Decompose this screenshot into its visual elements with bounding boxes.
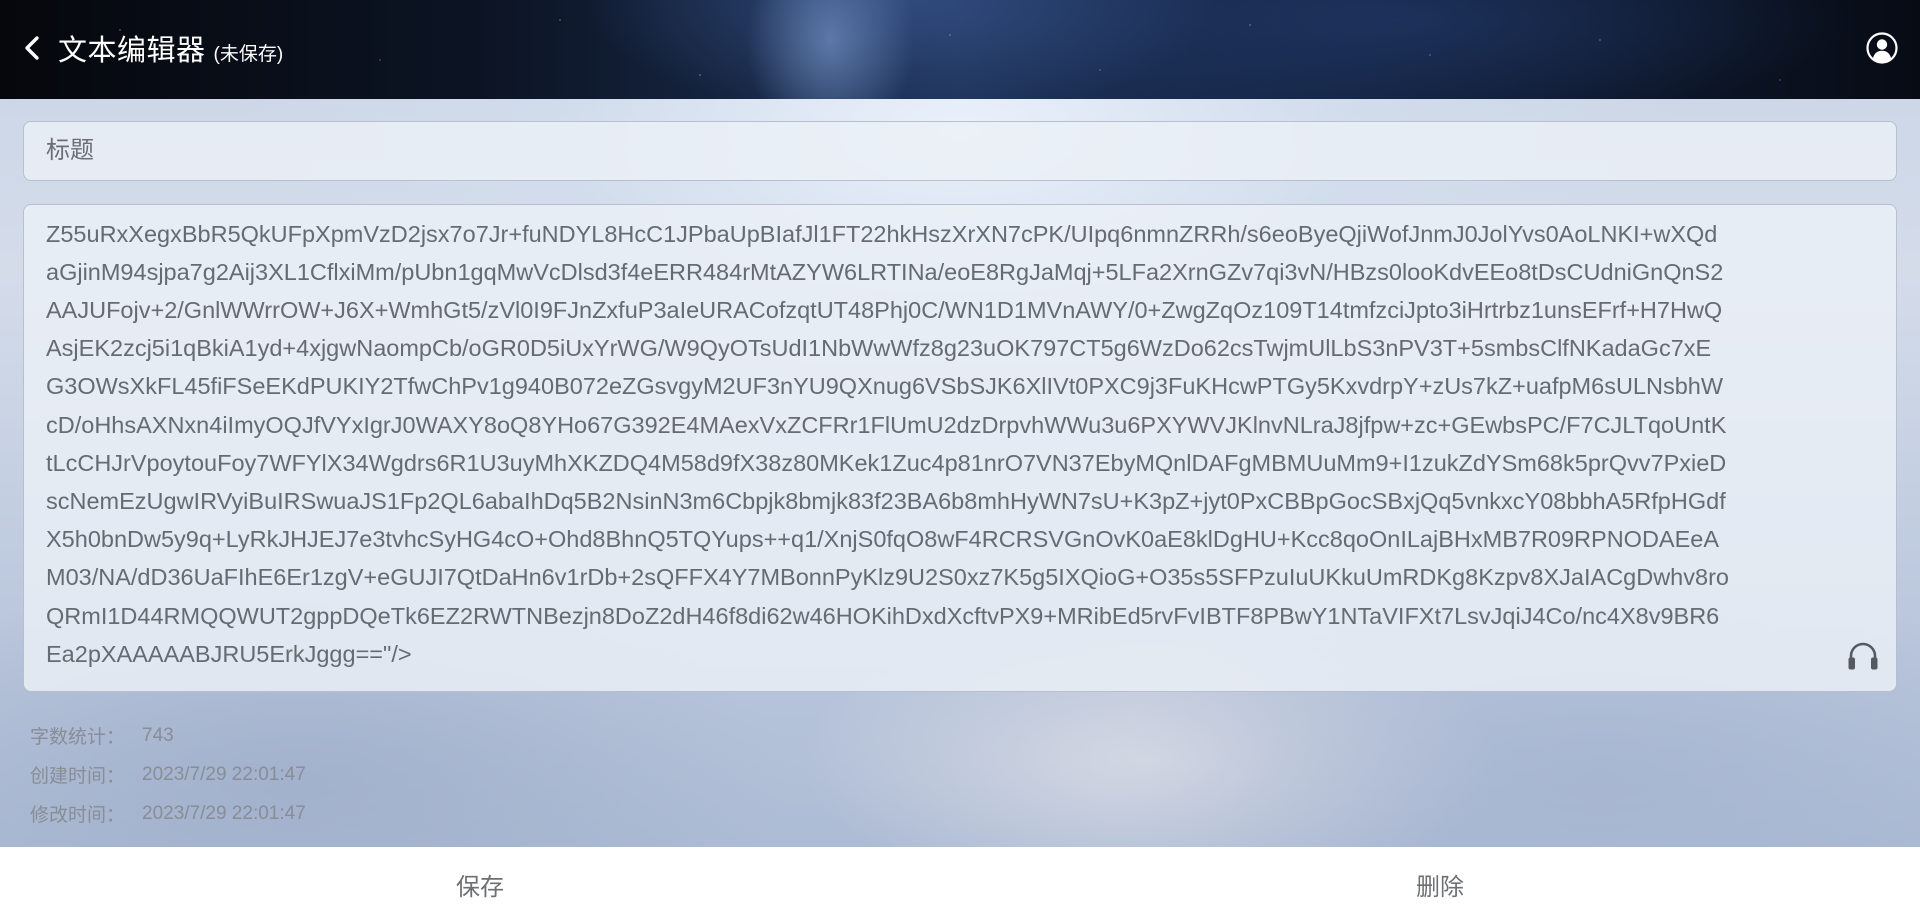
chevron-left-icon bbox=[25, 36, 39, 60]
header-starfield-background bbox=[0, 0, 1920, 99]
content-line: AAJUFojv+2/GnlWWrrOW+J6X+WmhGt5/zVl0I9FJ… bbox=[46, 296, 1723, 323]
title-input[interactable] bbox=[23, 121, 1897, 181]
headphones-icon bbox=[1848, 642, 1878, 670]
page-title: 文本编辑器 bbox=[58, 35, 206, 67]
word-count-label: 字数统计： bbox=[30, 727, 126, 748]
content-text[interactable]: Z55uRxXegxBbR5QkUFpXpmVzD2jsx7o7Jr+fuNDY… bbox=[46, 215, 1874, 673]
created-time-value: 2023/7/29 22:01:47 bbox=[142, 763, 306, 785]
header-title-group: 文本编辑器 (未保存) bbox=[58, 27, 283, 69]
content-line: M03/NA/dD36UaFIhE6Er1zgV+eGUJI7QtDaHn6v1… bbox=[46, 564, 1729, 591]
content-line: QRmI1D44RMQQWUT2gppDQeTk6EZ2RWTNBezjn8Do… bbox=[46, 602, 1720, 629]
back-button[interactable] bbox=[22, 33, 44, 63]
content-line: cD/oHhsAXNxn4iImyOQJfVYxIgrJ0WAXY8oQ8YHo… bbox=[46, 411, 1727, 438]
content-line: G3OWsXkFL45fiFSeEKdPUKIY2TfwChPv1g940B07… bbox=[46, 373, 1724, 400]
created-time-row: 创建时间： 2023/7/29 22:01:47 bbox=[30, 755, 306, 794]
modified-time-value: 2023/7/29 22:01:47 bbox=[142, 802, 306, 824]
modified-time-row: 修改时间： 2023/7/29 22:01:47 bbox=[30, 794, 306, 833]
voice-read-button[interactable] bbox=[1846, 641, 1880, 671]
word-count-row: 字数统计： 743 bbox=[30, 716, 306, 755]
content-line: AsjEK2zcj5i1qBkiA1yd+4xjgwNaompCb/oGR0D5… bbox=[46, 335, 1712, 362]
content-line: Ea2pXAAAAABJRU5ErkJggg=="/> bbox=[46, 640, 412, 667]
content-line: tLcCHJrVpoytouFoy7WFYlX34Wgdrs6R1U3uyMhX… bbox=[46, 449, 1727, 476]
content-line: Z55uRxXegxBbR5QkUFpXpmVzD2jsx7o7Jr+fuNDY… bbox=[46, 220, 1718, 247]
app-header: 文本编辑器 (未保存) bbox=[0, 0, 1920, 99]
created-time-label: 创建时间： bbox=[30, 766, 126, 787]
save-button[interactable]: 保存 bbox=[0, 847, 960, 914]
modified-time-label: 修改时间： bbox=[30, 805, 126, 826]
document-stats: 字数统计： 743 创建时间： 2023/7/29 22:01:47 修改时间：… bbox=[30, 716, 306, 833]
delete-button[interactable]: 删除 bbox=[960, 847, 1920, 914]
user-circle-icon bbox=[1866, 32, 1898, 64]
content-line: X5h0bnDw5y9q+LyRkJHJEJ7e3tvhcSyHG4cO+Ohd… bbox=[46, 526, 1720, 553]
word-count-value: 743 bbox=[142, 724, 174, 746]
content-editor[interactable]: Z55uRxXegxBbR5QkUFpXpmVzD2jsx7o7Jr+fuNDY… bbox=[23, 204, 1897, 692]
save-state-indicator: (未保存) bbox=[213, 44, 284, 65]
content-line: scNemEzUgwIRVyiBuIRSwuaJS1Fp2QL6abaIhDq5… bbox=[46, 487, 1726, 514]
user-account-button[interactable] bbox=[1866, 32, 1898, 64]
content-line: aGjinM94sjpa7g2Aij3XL1CflxiMm/pUbn1gqMwV… bbox=[46, 258, 1724, 285]
bottom-action-bar: 保存 删除 bbox=[0, 847, 1920, 914]
